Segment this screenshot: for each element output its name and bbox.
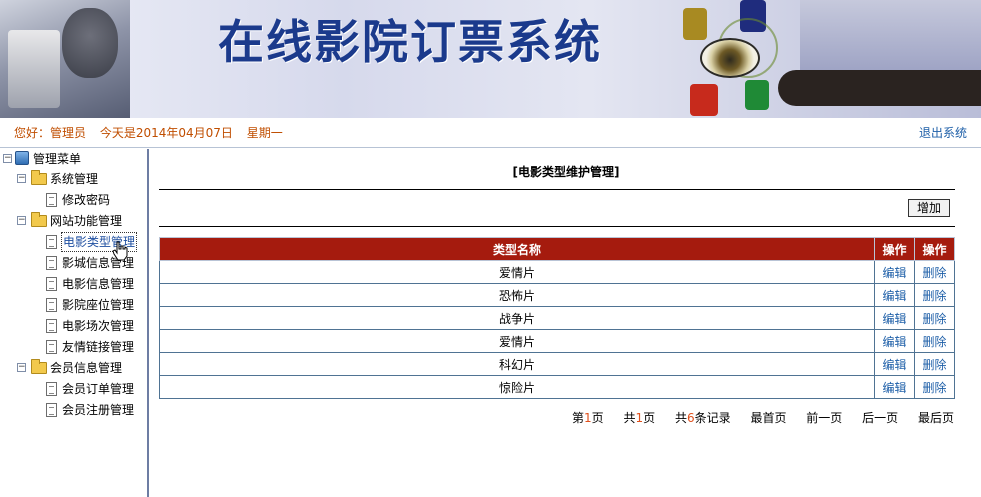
divider [159, 189, 955, 190]
document-icon [46, 298, 57, 312]
menu-group-label: 系统管理 [50, 172, 99, 186]
collapse-toggle-icon[interactable]: − [17, 174, 26, 183]
type-name-cell: 爱情片 [158, 260, 876, 284]
delete-link[interactable]: 删除 [914, 352, 955, 376]
menu-group-label: 网站功能管理 [50, 214, 123, 228]
document-icon [46, 319, 57, 333]
delete-link[interactable]: 删除 [914, 283, 955, 307]
sidebar-menu: − 管理菜单 − 系统管理 修改密码 − 网站功能管理 电影类型管理 影城信息管… [0, 149, 149, 497]
document-icon [46, 277, 57, 291]
edit-link[interactable]: 编辑 [874, 375, 916, 399]
menu-item-label: 影院座位管理 [62, 298, 135, 312]
menu-root-label: 管理菜单 [33, 152, 82, 166]
table-row: 恐怖片 编辑 删除 [158, 283, 955, 307]
next-page-link[interactable]: 后一页 [862, 411, 898, 425]
banner-eye-icon [700, 38, 760, 78]
type-name-cell: 爱情片 [158, 329, 876, 353]
menu-item-label: 友情链接管理 [62, 340, 135, 354]
menu-item-label: 修改密码 [62, 193, 111, 207]
document-icon [46, 235, 57, 249]
banner-photo-right [800, 0, 981, 72]
delete-link[interactable]: 删除 [914, 260, 955, 284]
last-page-link[interactable]: 最后页 [918, 411, 954, 425]
weekday-text: 星期一 [246, 126, 283, 140]
edit-link[interactable]: 编辑 [874, 306, 916, 330]
column-header-type-name: 类型名称 [158, 237, 876, 261]
header-banner: 在线影院订票系统 [0, 0, 981, 118]
document-icon [46, 340, 57, 354]
prev-page-link[interactable]: 前一页 [806, 411, 842, 425]
delete-link[interactable]: 删除 [914, 306, 955, 330]
page-title: [电影类型维护管理] [512, 165, 620, 179]
table-row: 科幻片 编辑 删除 [158, 352, 955, 376]
logout-link[interactable]: 退出系统 [919, 124, 967, 141]
type-name-cell: 科幻片 [158, 352, 876, 376]
computer-icon [15, 151, 29, 165]
menu-item-label: 电影场次管理 [62, 319, 135, 333]
folder-icon [31, 359, 47, 374]
type-name-cell: 恐怖片 [158, 283, 876, 307]
collapse-toggle-icon[interactable]: − [17, 216, 26, 225]
table-row: 爱情片 编辑 删除 [158, 260, 955, 284]
movie-type-table: 类型名称 操作 操作 爱情片 编辑 删除 恐怖片 编辑 删除 战争片 编辑 删除 [158, 237, 955, 399]
add-button[interactable]: 增加 [908, 199, 950, 217]
date-text: 今天是2014年04月07日 [99, 126, 233, 140]
menu-item-label: 会员注册管理 [62, 403, 135, 417]
delete-link[interactable]: 删除 [914, 375, 955, 399]
column-header-action: 操作 [914, 237, 955, 261]
menu-item-label: 电影信息管理 [62, 277, 135, 291]
folder-icon [31, 212, 47, 227]
greeting-text: 您好：管理员 [14, 126, 87, 140]
banner-bubble-icon [745, 80, 769, 110]
total-records-info: 共6条记录 [674, 411, 731, 425]
document-icon [46, 193, 57, 207]
info-bar: 您好：管理员 今天是2014年04月07日 星期一 退出系统 [0, 118, 981, 148]
document-icon [46, 256, 57, 270]
banner-bubble-icon [683, 8, 707, 40]
banner-dark-bar [778, 70, 981, 106]
type-name-cell: 惊险片 [158, 375, 876, 399]
table-row: 爱情片 编辑 删除 [158, 329, 955, 353]
collapse-toggle-icon[interactable]: − [3, 154, 12, 163]
greeting-line: 您好：管理员 今天是2014年04月07日 星期一 [14, 124, 293, 141]
pagination: 第1页 共1页 共6条记录 最首页 前一页 后一页 最后页 [556, 409, 954, 426]
menu-item-label: 会员订单管理 [62, 382, 135, 396]
edit-link[interactable]: 编辑 [874, 329, 916, 353]
edit-link[interactable]: 编辑 [874, 260, 916, 284]
table-header-row: 类型名称 操作 操作 [158, 237, 955, 261]
type-name-cell: 战争片 [158, 306, 876, 330]
menu-group-label: 会员信息管理 [50, 361, 123, 375]
first-page-link[interactable]: 最首页 [750, 411, 786, 425]
banner-bubble-icon [690, 84, 718, 116]
document-icon [46, 403, 57, 417]
divider [159, 226, 955, 227]
delete-link[interactable]: 删除 [914, 329, 955, 353]
banner-photo-left [0, 0, 130, 118]
folder-icon [31, 170, 47, 185]
hand-cursor-icon [112, 241, 128, 261]
collapse-toggle-icon[interactable]: − [17, 363, 26, 372]
total-pages-info: 共1页 [623, 411, 656, 425]
current-page-info: 第1页 [571, 411, 604, 425]
document-icon [46, 382, 57, 396]
edit-link[interactable]: 编辑 [874, 352, 916, 376]
main-content: [电影类型维护管理] 增加 类型名称 操作 操作 爱情片 编辑 删除 恐怖片 编… [151, 149, 981, 497]
site-title: 在线影院订票系统 [218, 15, 602, 69]
table-row: 惊险片 编辑 删除 [158, 375, 955, 399]
edit-link[interactable]: 编辑 [874, 283, 916, 307]
column-header-action: 操作 [874, 237, 916, 261]
table-row: 战争片 编辑 删除 [158, 306, 955, 330]
